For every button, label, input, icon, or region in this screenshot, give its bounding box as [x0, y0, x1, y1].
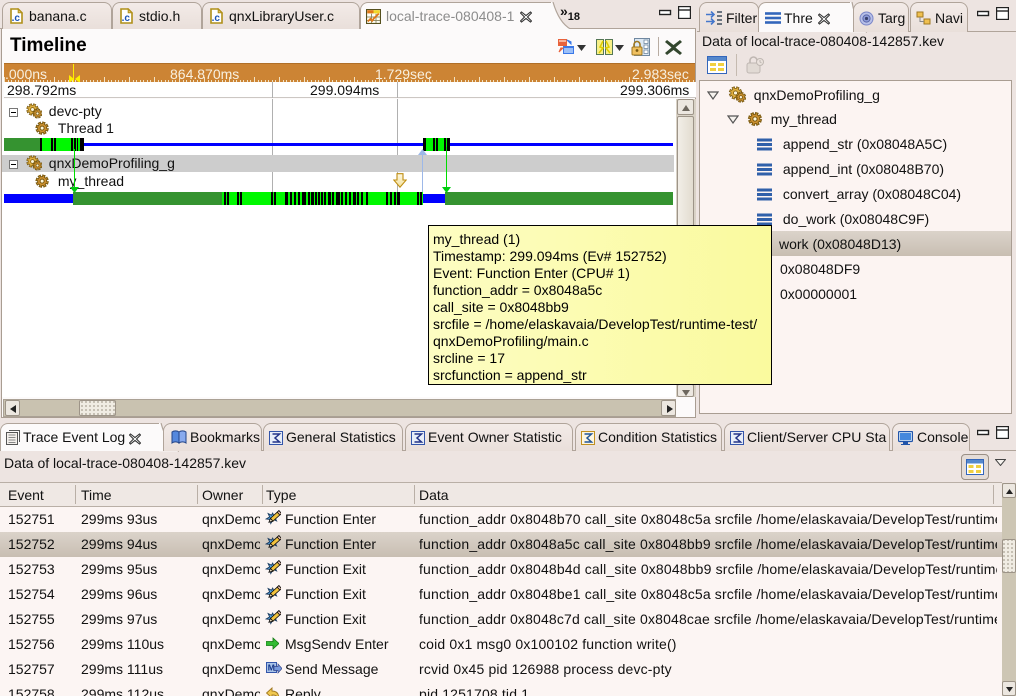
- svg-text:.c: .c: [212, 13, 221, 24]
- svg-text:.c: .c: [122, 13, 131, 24]
- svg-text:.c: .c: [12, 13, 21, 24]
